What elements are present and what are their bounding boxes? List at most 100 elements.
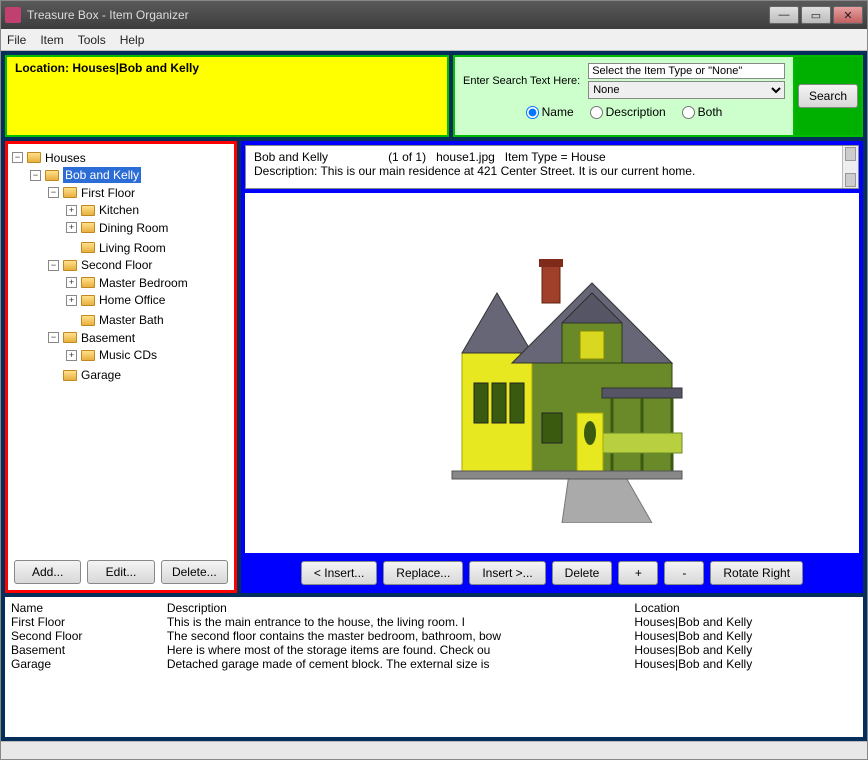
cell-description: This is the main entrance to the house, …: [167, 615, 635, 629]
cell-description: Here is where most of the storage items …: [167, 643, 635, 657]
tree-node-basement[interactable]: − Basement: [48, 330, 135, 346]
tree-node-garage[interactable]: Garage: [48, 367, 121, 383]
tree-buttons: Add... Edit... Delete...: [8, 554, 234, 590]
folder-icon: [63, 370, 77, 381]
table-row[interactable]: GarageDetached garage made of cement blo…: [11, 657, 857, 671]
menu-tools[interactable]: Tools: [78, 33, 106, 47]
search-button[interactable]: Search: [798, 84, 858, 108]
folder-icon: [63, 332, 77, 343]
scrollbar[interactable]: [842, 146, 858, 188]
tree-node-bob-and-kelly[interactable]: − Bob and Kelly: [30, 167, 141, 183]
cell-name: Second Floor: [11, 629, 167, 643]
menubar: File Item Tools Help: [1, 29, 867, 51]
window-title: Treasure Box - Item Organizer: [27, 8, 769, 22]
table-row[interactable]: BasementHere is where most of the storag…: [11, 643, 857, 657]
menu-file[interactable]: File: [7, 33, 26, 47]
minimize-button[interactable]: —: [769, 6, 799, 24]
app-icon: [5, 7, 21, 23]
folder-icon: [81, 295, 95, 306]
expand-icon[interactable]: −: [30, 170, 41, 181]
edit-button[interactable]: Edit...: [87, 560, 154, 584]
items-grid[interactable]: Name Description Location First FloorThi…: [5, 597, 863, 737]
folder-icon: [81, 277, 95, 288]
tree-node-home-office[interactable]: +Home Office: [66, 292, 165, 308]
titlebar: Treasure Box - Item Organizer — ▭ ✕: [1, 1, 867, 29]
cell-name: Garage: [11, 657, 167, 671]
delete-image-button[interactable]: Delete: [552, 561, 613, 585]
image-buttons: < Insert... Replace... Insert >... Delet…: [245, 557, 859, 589]
expand-icon[interactable]: −: [48, 332, 59, 343]
tree-view[interactable]: − Houses − Bob and Kelly: [8, 144, 234, 554]
cell-name: Basement: [11, 643, 167, 657]
search-box: Enter Search Text Here: Select the Item …: [453, 55, 793, 137]
folder-icon: [81, 242, 95, 253]
cell-name: First Floor: [11, 615, 167, 629]
tree-node-master-bath[interactable]: Master Bath: [66, 312, 164, 328]
maximize-button[interactable]: ▭: [801, 6, 831, 24]
expand-icon[interactable]: +: [66, 277, 77, 288]
window-buttons: — ▭ ✕: [769, 6, 863, 24]
cell-description: Detached garage made of cement block. Th…: [167, 657, 635, 671]
expand-icon[interactable]: −: [48, 260, 59, 271]
insert-right-button[interactable]: Insert >...: [469, 561, 545, 585]
table-row[interactable]: Second FloorThe second floor contains th…: [11, 629, 857, 643]
folder-icon: [81, 315, 95, 326]
expand-icon[interactable]: −: [48, 187, 59, 198]
expand-icon[interactable]: +: [66, 295, 77, 306]
radio-name[interactable]: Name: [526, 105, 574, 119]
replace-button[interactable]: Replace...: [383, 561, 463, 585]
menu-help[interactable]: Help: [120, 33, 145, 47]
folder-icon: [27, 152, 41, 163]
expand-icon[interactable]: +: [66, 350, 77, 361]
image-view: [245, 193, 859, 553]
search-label: Enter Search Text Here:: [463, 75, 580, 87]
mid-row: − Houses − Bob and Kelly: [5, 141, 863, 593]
tree-node-houses[interactable]: − Houses: [12, 150, 86, 166]
location-box: Location: Houses|Bob and Kelly: [5, 55, 449, 137]
cell-location: Houses|Bob and Kelly: [634, 629, 857, 643]
top-row: Location: Houses|Bob and Kelly Enter Sea…: [5, 55, 863, 137]
close-button[interactable]: ✕: [833, 6, 863, 24]
col-location: Location: [634, 601, 857, 615]
cell-description: The second floor contains the master bed…: [167, 629, 635, 643]
detail-line-2: Description: This is our main residence …: [254, 164, 850, 178]
folder-icon: [63, 260, 77, 271]
radio-description[interactable]: Description: [590, 105, 666, 119]
location-label: Location: Houses|Bob and Kelly: [15, 61, 199, 75]
folder-icon: [81, 205, 95, 216]
zoom-in-button[interactable]: +: [618, 561, 658, 585]
col-description: Description: [167, 601, 635, 615]
folder-icon: [81, 222, 95, 233]
tree-node-dining-room[interactable]: +Dining Room: [66, 220, 168, 236]
cell-location: Houses|Bob and Kelly: [634, 615, 857, 629]
menu-item[interactable]: Item: [40, 33, 63, 47]
add-button[interactable]: Add...: [14, 560, 81, 584]
tree-node-master-bedroom[interactable]: +Master Bedroom: [66, 275, 188, 291]
radio-both[interactable]: Both: [682, 105, 723, 119]
tree-node-living-room[interactable]: Living Room: [66, 240, 166, 256]
col-name: Name: [11, 601, 167, 615]
content-area: Location: Houses|Bob and Kelly Enter Sea…: [1, 51, 867, 741]
image-panel: Bob and Kelly (1 of 1) house1.jpg Item T…: [241, 141, 863, 593]
search-type-select[interactable]: None: [588, 81, 785, 99]
tree-node-kitchen[interactable]: +Kitchen: [66, 202, 139, 218]
item-description-box: Bob and Kelly (1 of 1) house1.jpg Item T…: [245, 145, 859, 189]
tree-node-second-floor[interactable]: − Second Floor: [48, 257, 152, 273]
expand-icon[interactable]: −: [12, 152, 23, 163]
detail-line-1: Bob and Kelly (1 of 1) house1.jpg Item T…: [254, 150, 850, 164]
search-button-box: Search: [793, 55, 863, 137]
insert-left-button[interactable]: < Insert...: [301, 561, 377, 585]
expand-icon[interactable]: +: [66, 222, 77, 233]
folder-icon: [63, 187, 77, 198]
tree-panel: − Houses − Bob and Kelly: [5, 141, 237, 593]
search-row: Enter Search Text Here: Select the Item …: [453, 55, 863, 137]
delete-button[interactable]: Delete...: [161, 560, 228, 584]
rotate-right-button[interactable]: Rotate Right: [710, 561, 803, 585]
tree-node-music-cds[interactable]: +Music CDs: [66, 347, 157, 363]
table-row[interactable]: First FloorThis is the main entrance to …: [11, 615, 857, 629]
search-radios: Name Description Both: [463, 105, 785, 119]
tree-node-first-floor[interactable]: − First Floor: [48, 185, 135, 201]
app-window: Treasure Box - Item Organizer — ▭ ✕ File…: [0, 0, 868, 760]
zoom-out-button[interactable]: -: [664, 561, 704, 585]
expand-icon[interactable]: +: [66, 205, 77, 216]
